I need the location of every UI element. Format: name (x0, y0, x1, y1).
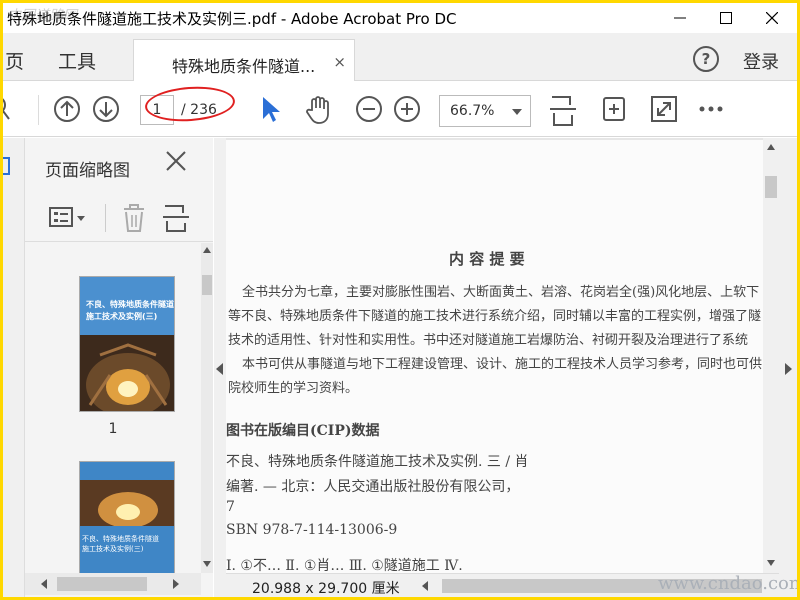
close-window-button[interactable] (749, 3, 795, 33)
thumbnail-vertical-scrollbar[interactable] (201, 243, 213, 573)
scrollbar-thumb[interactable] (765, 176, 777, 198)
toolbar-separator (38, 95, 39, 125)
watermark-top-left: 中国道路网 (7, 8, 77, 24)
cip-heading: 图书在版编目(CIP)数据 (226, 423, 380, 439)
page-edge (226, 138, 763, 140)
page-thumbnails-icon[interactable] (3, 156, 13, 178)
summary-line: 技术的适用性、针对性和实用性。书中还对隧道施工岩爆防治、衬砌开裂及治理进行了系统 (228, 333, 749, 348)
select-cursor-icon[interactable] (260, 95, 280, 123)
scroll-mode-icon[interactable] (550, 95, 576, 127)
thumbnail-list: 不良、特殊地质条件隧道 施工技术及实例(三) 1 不良、特殊地质条件隧道 施工技… (25, 243, 201, 573)
thumbnail-title-line2: 施工技术及实例(三) (82, 545, 144, 553)
scrollbar-thumb[interactable] (202, 275, 212, 295)
arrow-up-icon[interactable] (53, 95, 81, 123)
zoom-in-icon[interactable] (393, 95, 421, 123)
trash-icon[interactable] (122, 204, 146, 232)
minimize-button[interactable] (657, 3, 703, 33)
scroll-down-arrow-icon[interactable] (203, 561, 211, 567)
cover-tunnel-image (80, 480, 174, 526)
scroll-left-arrow-icon[interactable] (422, 581, 428, 591)
scroll-up-arrow-icon[interactable] (203, 247, 211, 253)
collapse-left-panel-handle[interactable] (214, 138, 226, 597)
scroll-right-arrow-icon[interactable] (173, 579, 179, 589)
maximize-icon (720, 12, 732, 24)
close-icon (766, 12, 778, 24)
document-vertical-scrollbar[interactable] (763, 138, 779, 573)
more-options-icon[interactable] (698, 105, 724, 113)
thumbnail-title-line1: 不良、特殊地质条件隧道 (86, 300, 174, 309)
toolbar: 1 / 236 66.7% (3, 81, 797, 137)
close-panel-icon[interactable] (165, 150, 187, 172)
page-size-readout: 20.988 x 29.700 厘米 (252, 581, 400, 597)
cover-tunnel-image (80, 335, 174, 411)
tab-close-icon[interactable]: × (333, 53, 346, 71)
app-window: 特殊地质条件隧道施工技术及实例三.pdf - Adobe Acrobat Pro… (3, 3, 797, 597)
summary-line: 全书共分为七章，主要对膨胀性围岩、大断面黄土、岩溶、花岗岩全(强)风化地层、上软… (242, 285, 760, 300)
document-tab-label: 特殊地质条件隧道... (172, 57, 316, 76)
summary-line: 本书可供从事隧道与地下工程建设管理、设计、施工的工程技术人员学习参考，同时也可供 (242, 357, 763, 372)
zoom-out-icon[interactable] (355, 95, 383, 123)
expand-right-icon (785, 363, 792, 375)
hand-tool-icon[interactable] (303, 95, 333, 125)
document-heading: 内 容 提 要 (449, 250, 525, 268)
document-view[interactable]: 内 容 提 要 全书共分为七章，主要对膨胀性围岩、大断面黄土、岩溶、花岗岩全(强… (226, 138, 763, 573)
thumbnail-title-line2: 施工技术及实例(三) (86, 312, 158, 321)
minimize-icon (674, 17, 686, 19)
cip-line: 不良、特殊地质条件隧道施工技术及实例. 三 / 肖 (226, 454, 529, 470)
zoom-dropdown[interactable]: 66.7% (439, 95, 531, 127)
thumbnail-page-2[interactable]: 不良、特殊地质条件隧道 施工技术及实例(三) (79, 461, 175, 573)
watermark-bottom-right: www.cndao.com (658, 573, 797, 594)
document-tab[interactable]: 特殊地质条件隧道... × (133, 39, 355, 82)
thumbnail-options-icon[interactable] (49, 206, 89, 230)
summary-line: 等不良、特殊地质条件下隧道的施工技术进行系统介绍，同时辅以丰富的工程实例，增强了… (228, 309, 762, 324)
panel-toolbar-separator (105, 204, 106, 232)
sign-in-link[interactable]: 登录 (743, 48, 779, 74)
left-navigation-strip (3, 138, 25, 597)
scroll-up-arrow-icon[interactable] (767, 144, 775, 150)
thumbnail-horizontal-scrollbar[interactable] (25, 573, 201, 595)
maximize-button[interactable] (703, 3, 749, 33)
menu-tab-row: 页 工具 特殊地质条件隧道... × ? 登录 (3, 33, 797, 82)
panel-title: 页面缩略图 (45, 161, 130, 181)
menu-tools[interactable]: 工具 (58, 47, 96, 74)
scroll-left-arrow-icon[interactable] (41, 579, 47, 589)
help-icon[interactable]: ? (693, 46, 719, 72)
zoom-value: 66.7% (450, 103, 495, 119)
full-screen-icon[interactable] (650, 95, 678, 123)
cip-line: 7 (226, 499, 235, 515)
cip-line: Ⅰ. ①不… Ⅱ. ①肖… Ⅲ. ①隧道施工 Ⅳ. (226, 558, 463, 573)
panel-toolbar (25, 192, 213, 242)
search-icon[interactable] (3, 95, 15, 123)
scrollbar-thumb[interactable] (57, 577, 147, 591)
scroll-down-arrow-icon[interactable] (767, 560, 775, 566)
arrow-down-icon[interactable] (92, 95, 120, 123)
cip-line: SBN 978-7-114-13006-9 (226, 522, 398, 538)
title-bar: 特殊地质条件隧道施工技术及实例三.pdf - Adobe Acrobat Pro… (3, 3, 797, 33)
menu-home[interactable]: 页 (5, 47, 24, 74)
summary-line: 院校师生的学习资料。 (228, 381, 359, 396)
page-thumbnails-panel: 页面缩略图 不良、特殊地质条件隧道 施工技术及实例(三) 1 不良、特殊地质条件… (25, 138, 213, 597)
insert-page-icon[interactable] (163, 204, 189, 232)
cip-line: 编著. — 北京：人民交通出版社股份有限公司， (226, 479, 520, 495)
collapse-left-icon (216, 363, 223, 375)
thumbnail-page-number: 1 (108, 421, 118, 437)
rotate-view-icon[interactable] (601, 95, 627, 123)
right-pane-handle[interactable] (779, 138, 797, 597)
chevron-down-icon (512, 109, 522, 115)
thumbnail-page-1[interactable]: 不良、特殊地质条件隧道 施工技术及实例(三) (79, 276, 175, 412)
